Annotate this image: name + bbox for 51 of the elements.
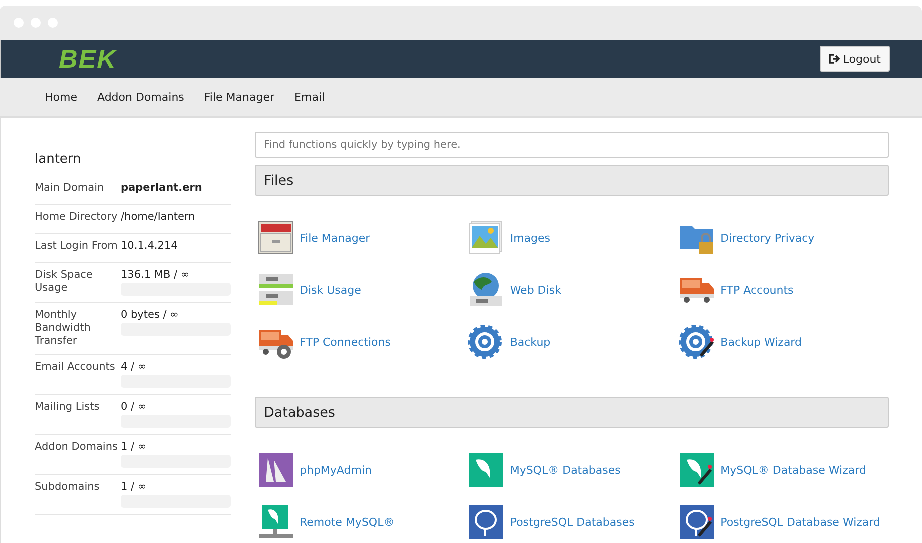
stat-value: paperlant.ern (121, 182, 204, 194)
section-title: Files (264, 172, 294, 188)
stat-label: Addon Domains (35, 441, 119, 454)
app-link[interactable]: Backup (468, 324, 679, 360)
logo: BEK (59, 44, 117, 74)
globe-drive-icon (468, 272, 504, 308)
app-link[interactable]: Directory Privacy (678, 220, 889, 256)
logout-icon (829, 54, 840, 64)
app-link[interactable]: FTP Accounts (678, 272, 889, 308)
stat-value: 0 bytes / ∞ (121, 309, 180, 321)
stat-label: Mailing Lists (35, 401, 101, 414)
file-cabinet-icon (258, 220, 294, 256)
app-link[interactable]: Backup Wizard (678, 324, 889, 360)
nav-link[interactable]: File Manager (204, 90, 275, 104)
stat-value: /home/lantern (121, 211, 196, 223)
stat-label: Disk Space Usage (35, 269, 94, 295)
section-title: Databases (264, 404, 336, 420)
nav-link[interactable]: Home (45, 90, 78, 104)
nav-link[interactable]: Addon Domains (97, 90, 184, 104)
stat-label: Home Directory (35, 211, 119, 224)
stat-label: Main Domain (35, 182, 106, 195)
stat-label: Email Accounts (35, 361, 116, 374)
app-link[interactable]: MySQL® Databases (468, 452, 679, 488)
stat-value: 1 / ∞ (121, 481, 148, 493)
gear-icon (468, 324, 504, 360)
stat-label: Last Login From (35, 240, 119, 253)
app-link[interactable]: Web Disk (468, 272, 679, 308)
app-link[interactable]: FTP Connections (258, 324, 468, 360)
app-link[interactable]: phpMyAdmin (258, 452, 468, 488)
stat-value: 1 / ∞ (121, 441, 148, 453)
gear-wand-icon (678, 324, 715, 360)
stat-value: 0 / ∞ (121, 401, 148, 413)
stat-value: 10.1.4.214 (121, 240, 179, 252)
nav-link[interactable]: Email (294, 90, 326, 104)
stat-value: 136.1 MB / ∞ (121, 269, 191, 281)
app-link[interactable]: MySQL® Database Wizard (678, 452, 889, 488)
app-link[interactable]: File Manager (258, 220, 468, 256)
sailboat-icon (258, 452, 294, 488)
logout-button[interactable]: Logout (820, 46, 890, 72)
app-link[interactable]: Remote MySQL® (258, 504, 468, 540)
app-link[interactable]: Disk Usage (258, 272, 468, 308)
picture-icon (468, 220, 504, 256)
app-link[interactable]: PostgreSQL Databases (468, 504, 679, 540)
search-field[interactable]: Find functions quickly by typing here. (255, 132, 889, 158)
username: lantern (35, 152, 82, 167)
app-link[interactable]: Images (468, 220, 679, 256)
stat-label: Subdomains (35, 481, 101, 494)
hard-drive-icon (258, 272, 294, 308)
stat-label: Monthly Bandwidth Transfer (35, 309, 92, 348)
app-link[interactable]: PostgreSQL Database Wizard (678, 504, 889, 540)
stat-value: 4 / ∞ (121, 361, 148, 373)
